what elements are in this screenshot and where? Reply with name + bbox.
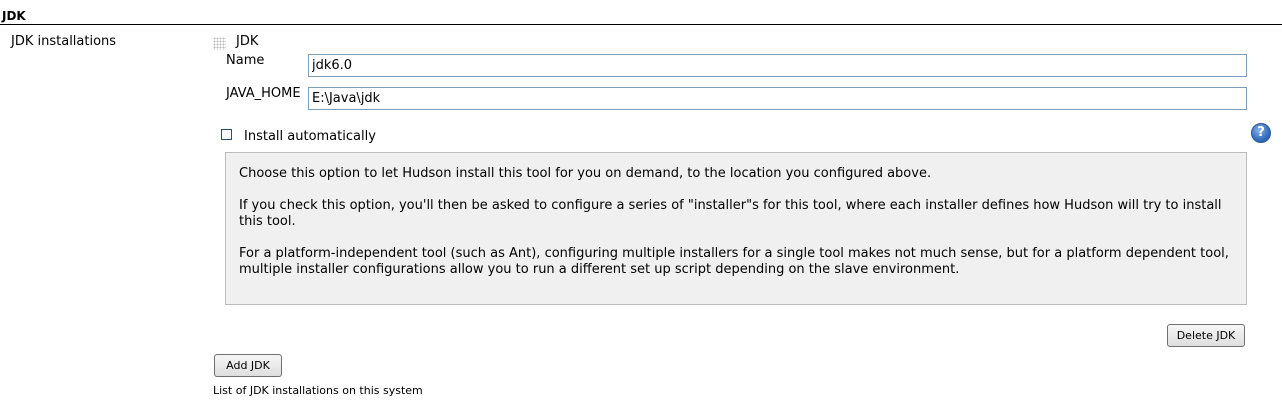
java-home-input[interactable] xyxy=(308,87,1247,110)
section-title: JDK xyxy=(2,9,26,23)
drag-handle-icon[interactable] xyxy=(213,37,226,50)
section-header: JDK xyxy=(0,0,1282,25)
jdk-item-title: JDK xyxy=(236,34,259,49)
name-input[interactable] xyxy=(308,54,1247,77)
help-icon[interactable]: ? xyxy=(1251,123,1271,143)
java-home-label: JAVA_HOME xyxy=(226,86,301,101)
help-box: Choose this option to let Hudson install… xyxy=(225,152,1247,305)
jdk-installations-label: JDK installations xyxy=(11,34,117,49)
install-automatically-label[interactable]: Install automatically xyxy=(244,129,376,145)
help-paragraph: For a platform-independent tool (such as… xyxy=(239,246,1229,277)
add-jdk-button[interactable]: Add JDK xyxy=(214,354,282,377)
install-automatically-checkbox[interactable] xyxy=(221,129,232,140)
delete-jdk-button[interactable]: Delete JDK xyxy=(1167,324,1245,347)
jdk-config-page: JDK JDK installations JDK Name JAVA_HOME… xyxy=(0,0,1282,402)
list-caption: List of JDK installations on this system xyxy=(213,384,423,397)
help-paragraph: If you check this option, you'll then be… xyxy=(239,198,1222,229)
name-label: Name xyxy=(226,53,265,68)
help-paragraph: Choose this option to let Hudson install… xyxy=(239,166,932,181)
